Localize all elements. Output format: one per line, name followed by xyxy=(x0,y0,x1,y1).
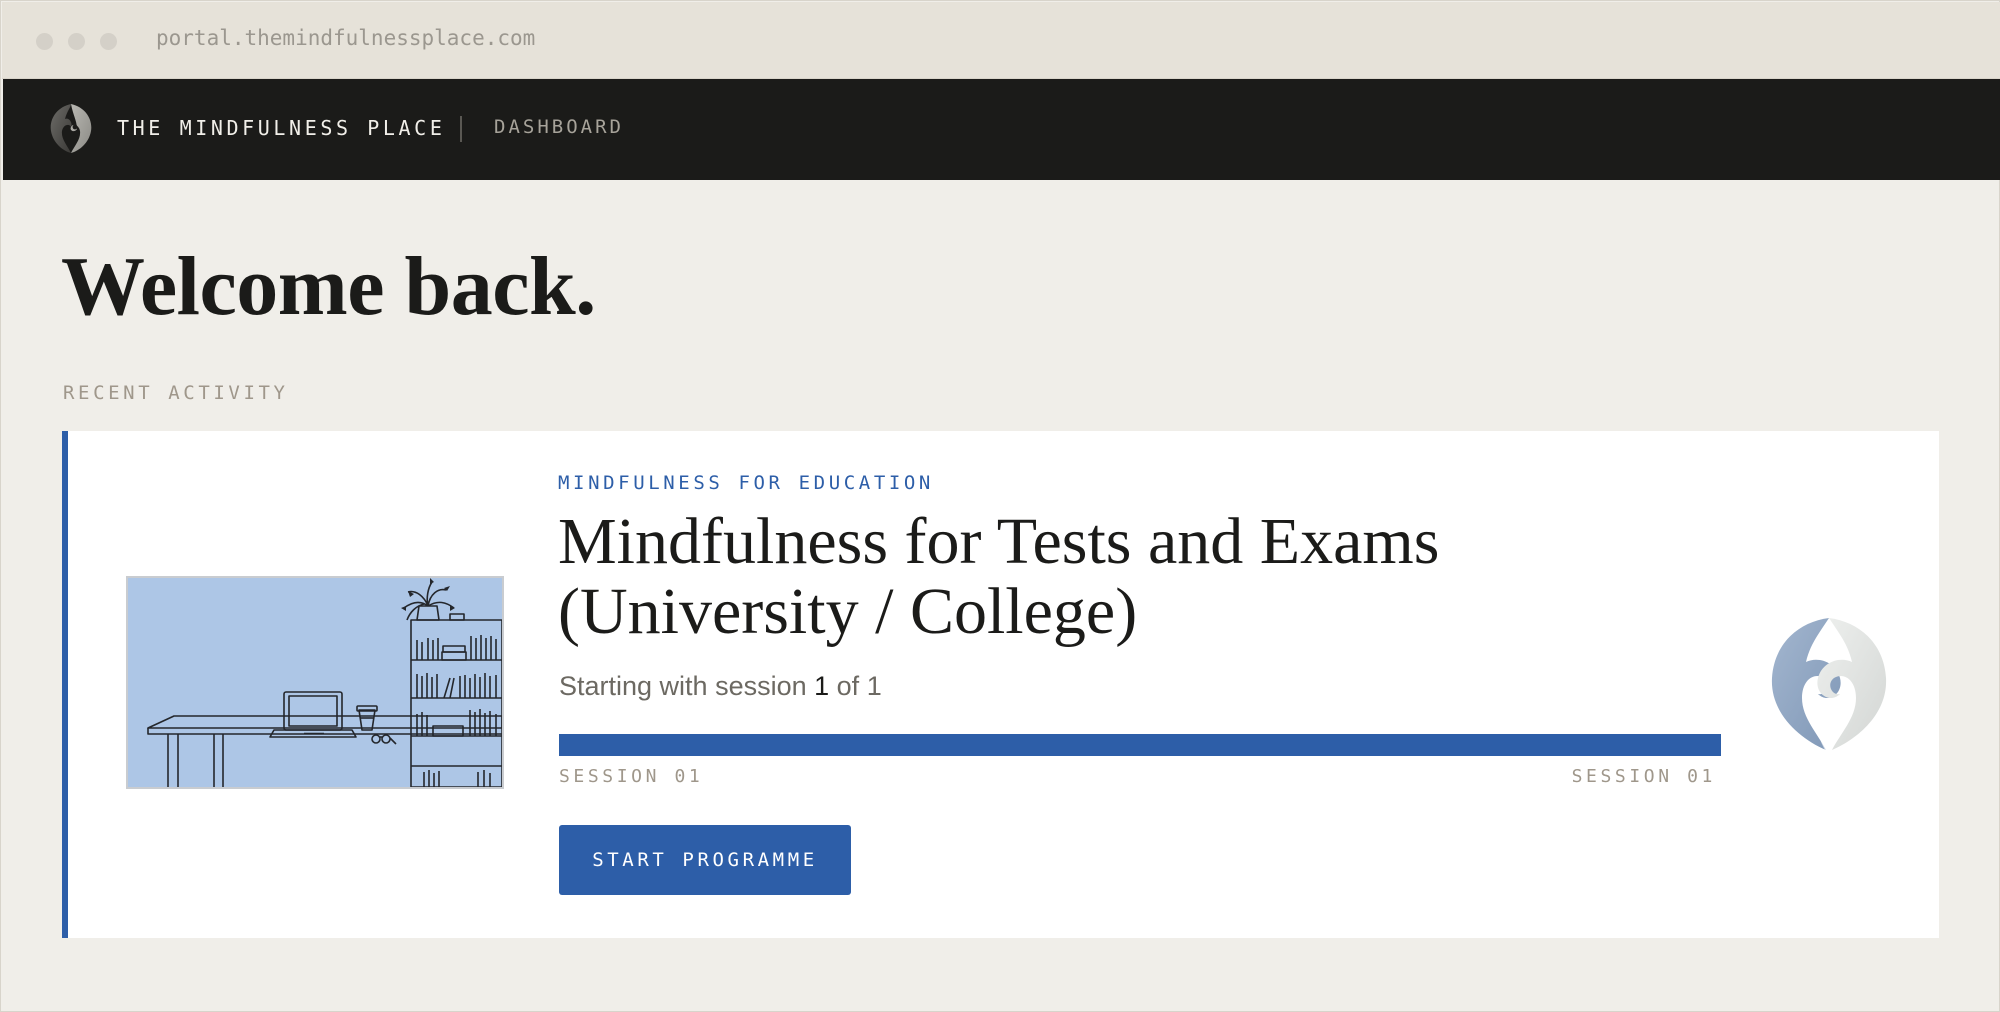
course-card: MINDFULNESS FOR EDUCATION Mindfulness fo… xyxy=(62,431,1939,938)
window-close-dot[interactable] xyxy=(36,33,53,50)
koru-logo-icon[interactable] xyxy=(47,101,95,155)
course-category: MINDFULNESS FOR EDUCATION xyxy=(558,472,934,494)
browser-window: portal.themindfulnessplace.com THE MINDF… xyxy=(0,0,2000,1012)
session-start-label: SESSION 01 xyxy=(559,766,704,787)
total-sessions-number: 1 xyxy=(866,671,882,701)
address-bar-url[interactable]: portal.themindfulnessplace.com xyxy=(156,26,535,50)
section-label-recent-activity: RECENT ACTIVITY xyxy=(63,382,289,404)
brand-name[interactable]: THE MINDFULNESS PLACE xyxy=(117,116,445,140)
top-navbar: THE MINDFULNESS PLACE DASHBOARD xyxy=(3,79,2000,180)
window-minimize-dot[interactable] xyxy=(68,33,85,50)
session-end-label: SESSION 01 xyxy=(1571,766,1716,787)
desk-illustration xyxy=(147,578,502,787)
window-maximize-dot[interactable] xyxy=(100,33,117,50)
start-programme-button[interactable]: START PROGRAMME xyxy=(559,825,851,895)
progress-mid: of xyxy=(829,671,867,701)
course-thumbnail[interactable] xyxy=(126,576,504,789)
current-session-number: 1 xyxy=(814,671,830,701)
browser-chrome: portal.themindfulnessplace.com xyxy=(2,2,2000,79)
session-progress-text: Starting with session 1 of 1 xyxy=(559,671,882,702)
progress-bar-fill xyxy=(559,734,1721,756)
koru-emblem-icon xyxy=(1768,616,1890,752)
progress-prefix: Starting with session xyxy=(559,671,815,701)
page-title: Welcome back. xyxy=(61,240,596,333)
course-title[interactable]: Mindfulness for Tests and Exams (Univers… xyxy=(558,507,1558,647)
nav-link-dashboard[interactable]: DASHBOARD xyxy=(494,116,624,138)
nav-divider xyxy=(460,116,462,142)
progress-bar xyxy=(559,734,1721,756)
